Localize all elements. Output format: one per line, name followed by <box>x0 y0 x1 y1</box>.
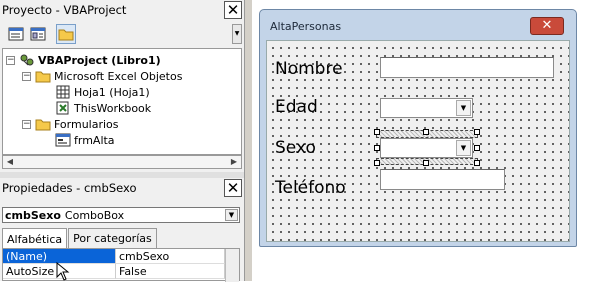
object-name: cmbSexo <box>5 208 61 222</box>
properties-tabs: Alfabética Por categorías <box>2 228 158 249</box>
resize-handle[interactable] <box>423 129 429 135</box>
tree-item-label: frmAlta <box>74 133 115 147</box>
scroll-right-icon[interactable]: ▶ <box>227 156 241 168</box>
resize-handle[interactable] <box>423 160 429 166</box>
tree-item-label: Hoja1 (Hoja1) <box>74 85 150 99</box>
project-toolbar: ▼ <box>0 20 244 48</box>
form-caption: AltaPersonas <box>270 20 342 33</box>
form-close-button[interactable]: ✕ <box>530 17 564 35</box>
tree-item-formularios[interactable]: − Formularios <box>22 116 119 132</box>
tree-item-hoja1[interactable]: Hoja1 (Hoja1) <box>55 84 150 100</box>
tree-item-vbaproject[interactable]: − VBAProject (Libro1) <box>6 52 161 68</box>
property-grid: (Name) cmbSexo AutoSize False <box>2 248 240 282</box>
tree-item-frmalta[interactable]: frmAlta <box>55 132 115 148</box>
close-icon: ✕ <box>541 18 553 33</box>
project-panel-title: Proyecto - VBAProject <box>2 3 127 17</box>
property-row[interactable]: (Name) cmbSexo <box>3 249 239 264</box>
resize-handle[interactable] <box>374 160 380 166</box>
view-object-button[interactable] <box>28 24 48 44</box>
view-object-icon <box>30 27 46 41</box>
tab-por-categorias[interactable]: Por categorías <box>68 228 157 248</box>
tree-item-label: VBAProject (Libro1) <box>38 53 161 67</box>
properties-panel-close-button[interactable]: ✕ <box>224 179 242 197</box>
label-sexo[interactable]: Sexo <box>275 138 316 158</box>
property-grid-scrollbar[interactable] <box>225 249 239 282</box>
project-panel-close-button[interactable]: ✕ <box>224 1 242 19</box>
form-designer-area: AltaPersonas ✕ Nombre Edad ▼ Sexo ▼ Telé… <box>252 0 592 281</box>
close-icon: ✕ <box>226 0 240 19</box>
pane-divider[interactable] <box>244 0 252 281</box>
textbox-nombre[interactable] <box>380 57 554 78</box>
vbe-left-pane: Proyecto - VBAProject ✕ ▼ − VBAProject (… <box>0 0 244 282</box>
label-telefono[interactable]: Teléfono <box>275 178 346 198</box>
mouse-cursor-icon <box>56 262 70 281</box>
form-client-area[interactable]: Nombre Edad ▼ Sexo ▼ Teléfono <box>266 40 570 242</box>
view-code-button[interactable] <box>6 24 26 44</box>
vba-project-icon <box>19 53 35 67</box>
resize-handle[interactable] <box>374 145 380 151</box>
tree-item-thisworkbook[interactable]: ThisWorkbook <box>55 100 151 116</box>
object-type: ComboBox <box>64 208 125 222</box>
label-edad[interactable]: Edad <box>275 97 318 117</box>
property-value[interactable]: cmbSexo <box>116 249 225 264</box>
object-selector[interactable]: cmbSexo ComboBox ▼ <box>2 207 240 223</box>
chevron-down-icon[interactable]: ▼ <box>456 140 471 156</box>
folder-open-icon <box>35 117 51 131</box>
tree-item-excel-objects[interactable]: − Microsoft Excel Objetos <box>22 68 182 84</box>
chevron-down-icon[interactable]: ▼ <box>225 209 238 221</box>
worksheet-icon <box>55 85 71 99</box>
resize-handle[interactable] <box>474 160 480 166</box>
combobox-edad[interactable]: ▼ <box>380 98 473 118</box>
scroll-left-icon[interactable]: ◀ <box>3 156 17 168</box>
resize-handle[interactable] <box>374 129 380 135</box>
project-tree: − VBAProject (Libro1) − Microsoft Excel … <box>2 48 242 155</box>
toolbar-overflow-button[interactable]: ▼ <box>232 24 242 44</box>
chevron-down-icon[interactable]: ▼ <box>456 100 471 116</box>
toggle-folders-button[interactable] <box>56 24 76 44</box>
property-row[interactable]: AutoSize False <box>3 264 239 279</box>
property-value[interactable]: False <box>116 264 225 279</box>
properties-panel-title: Propiedades - cmbSexo <box>2 181 137 195</box>
combobox-sexo[interactable]: ▼ <box>380 138 473 158</box>
tab-alfabetica[interactable]: Alfabética <box>2 228 68 249</box>
workbook-icon <box>55 101 71 115</box>
folder-icon <box>58 29 74 41</box>
properties-panel-title-bar: Propiedades - cmbSexo ✕ <box>0 178 244 198</box>
view-code-icon <box>8 27 24 41</box>
userform-icon <box>55 133 71 147</box>
label-nombre[interactable]: Nombre <box>275 59 343 79</box>
userform-window[interactable]: AltaPersonas ✕ Nombre Edad ▼ Sexo ▼ Telé… <box>259 9 577 247</box>
project-panel-title-bar: Proyecto - VBAProject ✕ <box>0 0 244 20</box>
close-icon: ✕ <box>226 178 240 197</box>
tree-item-label: Formularios <box>54 117 119 131</box>
resize-handle[interactable] <box>474 145 480 151</box>
tree-item-label: Microsoft Excel Objetos <box>54 69 183 83</box>
collapse-icon[interactable]: − <box>22 71 31 81</box>
tree-item-label: ThisWorkbook <box>74 101 152 115</box>
folder-open-icon <box>35 69 51 83</box>
collapse-icon[interactable]: − <box>6 55 15 65</box>
tree-horizontal-scrollbar[interactable]: ◀ ▶ <box>2 155 242 169</box>
collapse-icon[interactable]: − <box>22 119 31 129</box>
resize-handle[interactable] <box>474 129 480 135</box>
textbox-telefono[interactable] <box>380 169 505 190</box>
